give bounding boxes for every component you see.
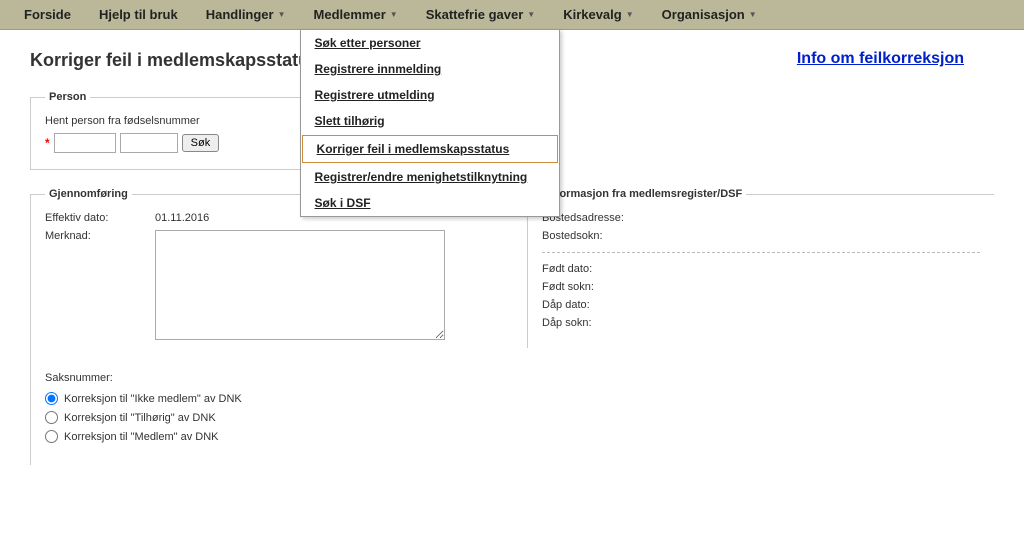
search-button[interactable]: Søk	[182, 134, 220, 152]
dropdown-item-registrere-innmelding[interactable]: Registrere innmelding	[301, 56, 559, 82]
menu-forside[interactable]: Forside	[10, 1, 85, 28]
merknad-textarea[interactable]	[155, 230, 445, 340]
merknad-label: Merknad:	[45, 230, 155, 242]
birth-number-part2[interactable]	[120, 133, 178, 153]
menu-organisasjon[interactable]: Organisasjon▼	[648, 1, 771, 28]
menu-skattefrie[interactable]: Skattefrie gaver▼	[412, 1, 549, 28]
menu-handlinger[interactable]: Handlinger▼	[192, 1, 300, 28]
dap-sokn-label: Dåp sokn:	[542, 317, 652, 329]
chevron-down-icon: ▼	[626, 10, 634, 19]
radio-input-medlem[interactable]	[45, 430, 58, 443]
birth-number-part1[interactable]	[54, 133, 116, 153]
radio-input-ikke-medlem[interactable]	[45, 392, 58, 405]
menu-kirkevalg[interactable]: Kirkevalg▼	[549, 1, 647, 28]
person-legend: Person	[45, 91, 90, 103]
info-fieldset: Informasjon fra medlemsregister/DSF Bost…	[527, 188, 994, 348]
dropdown-item-registrer-endre[interactable]: Registrer/endre menighetstilknytning	[301, 164, 559, 190]
radio-label: Korreksjon til "Tilhørig" av DNK	[64, 412, 216, 424]
fodt-sokn-label: Født sokn:	[542, 281, 652, 293]
chevron-down-icon: ▼	[390, 10, 398, 19]
chevron-down-icon: ▼	[278, 10, 286, 19]
saksnummer-label: Saksnummer:	[45, 372, 483, 384]
radio-label: Korreksjon til "Ikke medlem" av DNK	[64, 393, 242, 405]
eff-dato-label: Effektiv dato:	[45, 212, 155, 224]
dropdown-item-korriger-feil[interactable]: Korriger feil i medlemskapsstatus	[302, 135, 558, 163]
menu-hjelp[interactable]: Hjelp til bruk	[85, 1, 192, 28]
radio-input-tilhorig[interactable]	[45, 411, 58, 424]
required-mark: *	[45, 136, 50, 150]
menu-medlemmer[interactable]: Medlemmer▼ Søk etter personer Registrere…	[300, 1, 412, 28]
dropdown-item-registrere-utmelding[interactable]: Registrere utmelding	[301, 82, 559, 108]
chevron-down-icon: ▼	[527, 10, 535, 19]
separator	[542, 252, 980, 253]
radio-ikke-medlem[interactable]: Korreksjon til "Ikke medlem" av DNK	[45, 392, 483, 405]
radio-label: Korreksjon til "Medlem" av DNK	[64, 431, 219, 443]
dropdown-item-slett-tilhorig[interactable]: Slett tilhørig	[301, 108, 559, 134]
gjennomforing-fieldset: Gjennomføring Effektiv dato: 01.11.2016 …	[30, 188, 497, 465]
fodt-dato-label: Født dato:	[542, 263, 652, 275]
gjennom-legend: Gjennomføring	[45, 188, 132, 200]
info-legend: Informasjon fra medlemsregister/DSF	[542, 188, 746, 200]
dap-dato-label: Dåp dato:	[542, 299, 652, 311]
radio-medlem[interactable]: Korreksjon til "Medlem" av DNK	[45, 430, 483, 443]
bostedsokn-label: Bostedsokn:	[542, 230, 652, 242]
dropdown-item-sok-personer[interactable]: Søk etter personer	[301, 30, 559, 56]
info-link[interactable]: Info om feilkorreksjon	[797, 50, 964, 68]
chevron-down-icon: ▼	[749, 10, 757, 19]
radio-tilhorig[interactable]: Korreksjon til "Tilhørig" av DNK	[45, 411, 483, 424]
dropdown-medlemmer: Søk etter personer Registrere innmelding…	[300, 29, 560, 217]
menubar: Forside Hjelp til bruk Handlinger▼ Medle…	[0, 0, 1024, 30]
dropdown-item-sok-dsf[interactable]: Søk i DSF	[301, 190, 559, 216]
